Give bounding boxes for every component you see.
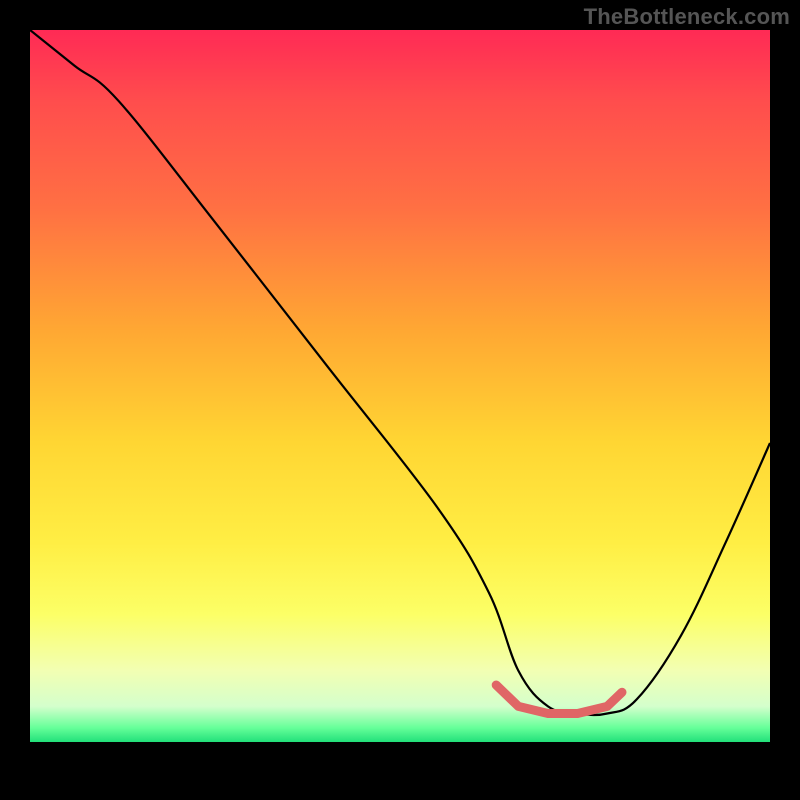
bottleneck-curve <box>30 30 770 715</box>
chart-container: TheBottleneck.com <box>0 0 800 800</box>
plot-area <box>30 30 770 770</box>
curve-layer <box>30 30 770 770</box>
watermark-text: TheBottleneck.com <box>584 4 790 30</box>
optimal-range-highlight <box>496 685 622 714</box>
